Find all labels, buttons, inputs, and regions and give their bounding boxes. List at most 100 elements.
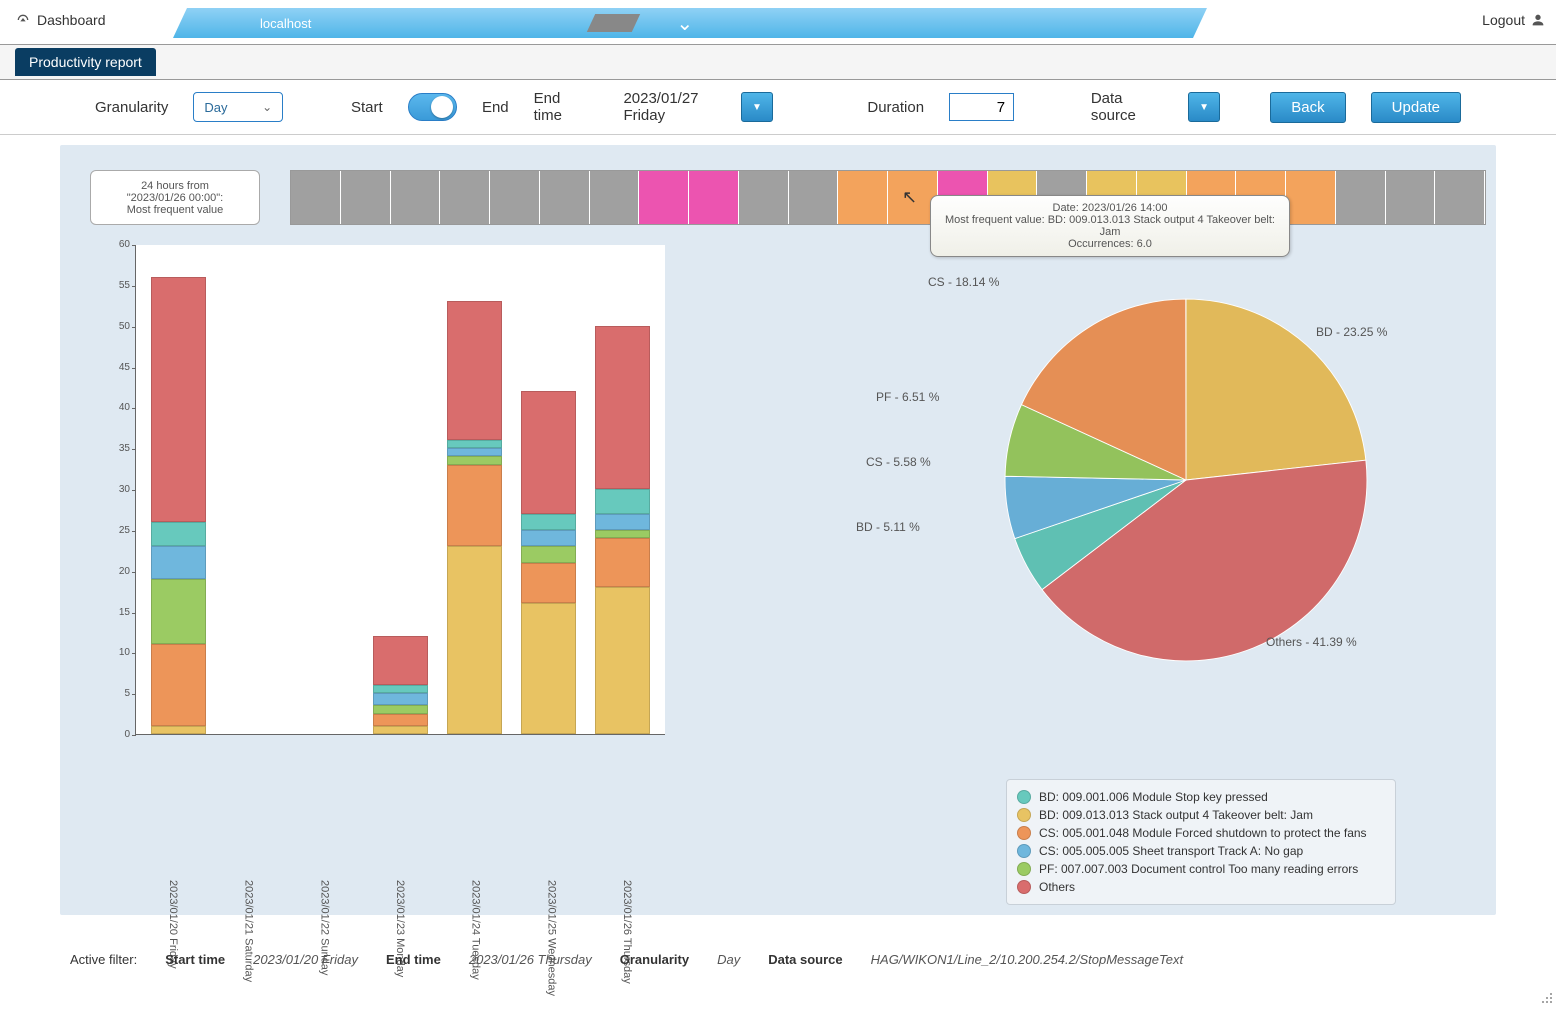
bar-segment[interactable] xyxy=(151,579,206,644)
bar-segment[interactable] xyxy=(521,514,576,530)
timeline-strip[interactable] xyxy=(290,170,1486,225)
legend-item[interactable]: Others xyxy=(1017,878,1385,896)
bar-segment[interactable] xyxy=(595,326,650,489)
bar-segment[interactable] xyxy=(373,636,428,685)
timeline-hour-cell[interactable] xyxy=(789,171,839,224)
bar-segment[interactable] xyxy=(521,530,576,546)
y-tick-label: 40 xyxy=(108,402,130,413)
timeline-hour-cell[interactable] xyxy=(739,171,789,224)
timeline-hour-cell[interactable] xyxy=(440,171,490,224)
tooltip-line3: Occurrences: 6.0 xyxy=(941,238,1279,250)
bar-segment[interactable] xyxy=(521,603,576,734)
y-tick-label: 0 xyxy=(108,729,130,740)
bar-segment[interactable] xyxy=(151,644,206,726)
bar-segment[interactable] xyxy=(447,440,502,448)
banner-slot[interactable] xyxy=(587,14,640,32)
timeline-hour-cell[interactable] xyxy=(490,171,540,224)
update-button[interactable]: Update xyxy=(1371,92,1461,123)
bar-column[interactable] xyxy=(151,277,206,734)
bar-segment[interactable] xyxy=(373,685,428,693)
timeline-hour-cell[interactable] xyxy=(639,171,689,224)
bar-segment[interactable] xyxy=(447,448,502,456)
timeline-hour-cell[interactable] xyxy=(838,171,888,224)
bar-column[interactable] xyxy=(595,326,650,734)
end-time-label: End time xyxy=(534,90,587,124)
timeline-hour-cell[interactable] xyxy=(341,171,391,224)
y-tick-label: 15 xyxy=(108,607,130,618)
legend-swatch xyxy=(1017,808,1031,822)
bar-segment[interactable] xyxy=(373,714,428,726)
chevron-down-icon: ⌄ xyxy=(262,100,272,114)
active-filter-label: Active filter: xyxy=(70,952,137,967)
timeline-hour-cell[interactable] xyxy=(291,171,341,224)
bar-segment[interactable] xyxy=(151,726,206,734)
bar-column[interactable] xyxy=(447,301,502,734)
resize-grip-icon[interactable] xyxy=(1539,990,1553,1004)
legend-text: BD: 009.001.006 Module Stop key pressed xyxy=(1039,790,1268,804)
bar-column[interactable] xyxy=(373,636,428,734)
legend-item[interactable]: BD: 009.013.013 Stack output 4 Takeover … xyxy=(1017,806,1385,824)
toggle-knob xyxy=(431,96,453,118)
chevron-down-icon[interactable]: ⌄ xyxy=(676,11,693,36)
legend-item[interactable]: BD: 009.001.006 Module Stop key pressed xyxy=(1017,788,1385,806)
duration-input[interactable] xyxy=(949,93,1014,121)
legend-swatch xyxy=(1017,844,1031,858)
footer-end-time-label: End time xyxy=(386,952,441,967)
y-tick-label: 5 xyxy=(108,688,130,699)
data-source-dropdown[interactable]: ▼ xyxy=(1188,92,1220,122)
pie-label-cs1: CS - 18.14 % xyxy=(928,275,999,289)
pie-label-cs2: CS - 5.58 % xyxy=(866,455,931,469)
bar-segment[interactable] xyxy=(447,456,502,464)
legend-swatch xyxy=(1017,862,1031,876)
user-icon xyxy=(1530,12,1546,28)
stacked-bar-chart[interactable]: 051015202530354045505560 2023/01/20 Frid… xyxy=(90,245,665,870)
bar-segment[interactable] xyxy=(521,546,576,562)
legend-swatch xyxy=(1017,880,1031,894)
back-button[interactable]: Back xyxy=(1270,92,1345,123)
pie-label-bd1: BD - 23.25 % xyxy=(1316,325,1387,339)
timeline-hour-cell[interactable] xyxy=(1386,171,1436,224)
bar-segment[interactable] xyxy=(151,277,206,522)
timeline-hour-cell[interactable] xyxy=(689,171,739,224)
bar-column[interactable] xyxy=(521,391,576,734)
legend-text: CS: 005.001.048 Module Forced shutdown t… xyxy=(1039,826,1367,840)
bar-segment[interactable] xyxy=(447,301,502,440)
tab-productivity-report[interactable]: Productivity report xyxy=(15,48,156,76)
brand-logo: hunkeler xyxy=(1235,12,1326,35)
bar-segment[interactable] xyxy=(595,587,650,734)
bar-segment[interactable] xyxy=(373,705,428,713)
cursor-icon: ↖ xyxy=(902,187,917,208)
timeline-hour-cell[interactable] xyxy=(1336,171,1386,224)
legend-swatch xyxy=(1017,790,1031,804)
data-source-label: Data source xyxy=(1091,90,1163,124)
end-time-dropdown[interactable]: ▼ xyxy=(741,92,773,122)
legend-item[interactable]: CS: 005.001.048 Module Forced shutdown t… xyxy=(1017,824,1385,842)
bar-segment[interactable] xyxy=(447,465,502,547)
timeline-hour-cell[interactable] xyxy=(1286,171,1336,224)
granularity-select[interactable]: Day ⌄ xyxy=(193,92,283,122)
timeline-hour-cell[interactable] xyxy=(1435,171,1485,224)
legend-item[interactable]: CS: 005.005.005 Sheet transport Track A:… xyxy=(1017,842,1385,860)
bar-segment[interactable] xyxy=(521,563,576,604)
start-end-toggle[interactable] xyxy=(408,93,457,121)
timeline-hour-cell[interactable] xyxy=(590,171,640,224)
bar-segment[interactable] xyxy=(151,546,206,579)
bar-segment[interactable] xyxy=(373,693,428,705)
legend-item[interactable]: PF: 007.007.003 Document control Too man… xyxy=(1017,860,1385,878)
y-tick-label: 10 xyxy=(108,647,130,658)
bar-segment[interactable] xyxy=(151,522,206,547)
bar-segment[interactable] xyxy=(447,546,502,734)
pie-chart[interactable]: CS - 18.14 % BD - 23.25 % PF - 6.51 % CS… xyxy=(886,275,1466,765)
bar-segment[interactable] xyxy=(373,726,428,734)
bar-segment[interactable] xyxy=(595,530,650,538)
dashboard-link[interactable]: Dashboard xyxy=(15,12,106,28)
host-label: localhost xyxy=(260,16,311,31)
logout-link[interactable]: Logout xyxy=(1482,12,1546,28)
bar-segment[interactable] xyxy=(595,514,650,530)
timeline-hour-cell[interactable] xyxy=(540,171,590,224)
footer-granularity-label: Granularity xyxy=(620,952,689,967)
bar-segment[interactable] xyxy=(595,489,650,514)
bar-segment[interactable] xyxy=(595,538,650,587)
bar-segment[interactable] xyxy=(521,391,576,514)
timeline-hour-cell[interactable] xyxy=(391,171,441,224)
